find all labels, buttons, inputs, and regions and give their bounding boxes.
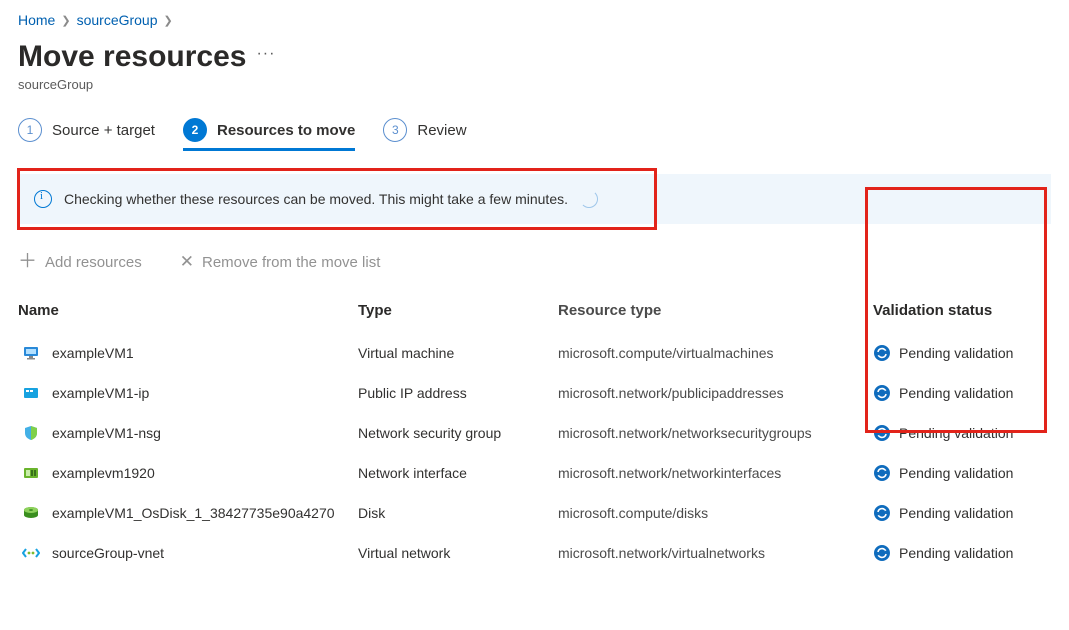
col-header-resource-type[interactable]: Resource type — [558, 302, 873, 319]
resource-type-friendly: Network security group — [358, 425, 558, 441]
resource-type: microsoft.network/publicipaddresses — [558, 385, 873, 401]
col-header-validation-label: Validation status — [873, 302, 992, 319]
resource-type: microsoft.network/networkinterfaces — [558, 465, 873, 481]
validation-status: Pending validation — [899, 545, 1013, 561]
add-resources-label: Add resources — [45, 254, 142, 271]
info-icon — [34, 190, 52, 208]
sync-icon — [873, 544, 891, 562]
remove-from-list-button[interactable]: ✕ Remove from the move list — [180, 252, 381, 272]
validation-status: Pending validation — [899, 505, 1013, 521]
step-label: Review — [417, 122, 466, 139]
nsg-icon — [22, 424, 40, 442]
breadcrumb-group[interactable]: sourceGroup — [77, 12, 158, 28]
resource-name: exampleVM1_OsDisk_1_38427735e90a4270 — [52, 505, 335, 521]
validation-status: Pending validation — [899, 385, 1013, 401]
table-row[interactable]: sourceGroup-vnet Virtual networkmicrosoft… — [18, 533, 1051, 573]
add-resources-button[interactable]: ＋ Add resources — [18, 254, 142, 271]
ip-icon — [22, 384, 40, 402]
spinner-icon — [580, 190, 598, 208]
resource-name: examplevm1920 — [52, 465, 155, 481]
chevron-right-icon: ❯ — [61, 14, 70, 27]
table-row[interactable]: examplevm1920 Network interfacemicrosoft.… — [18, 453, 1051, 493]
resource-name: exampleVM1-nsg — [52, 425, 161, 441]
vnet-icon — [22, 544, 40, 562]
step-number: 2 — [183, 118, 207, 142]
resource-name: sourceGroup-vnet — [52, 545, 164, 561]
vm-icon — [22, 344, 40, 362]
validation-status: Pending validation — [899, 425, 1013, 441]
col-header-name[interactable]: Name — [18, 302, 358, 319]
page-title: Move resources — [18, 40, 246, 73]
resource-type-friendly: Public IP address — [358, 385, 558, 401]
sync-icon — [873, 384, 891, 402]
resource-type: microsoft.network/networksecuritygroups — [558, 425, 873, 441]
table-row[interactable]: exampleVM1 Virtual machinemicrosoft.compu… — [18, 333, 1051, 373]
table-row[interactable]: exampleVM1-nsg Network security groupmicr… — [18, 413, 1051, 453]
resource-name: exampleVM1-ip — [52, 385, 149, 401]
page-subtitle: sourceGroup — [18, 77, 1051, 92]
sync-icon — [873, 504, 891, 522]
chevron-right-icon: ❯ — [164, 14, 173, 27]
breadcrumb: Home ❯ sourceGroup ❯ — [18, 8, 1051, 34]
step-number: 1 — [18, 118, 42, 142]
step-resources-to-move[interactable]: 2 Resources to move — [183, 118, 355, 150]
resource-name: exampleVM1 — [52, 345, 134, 361]
table-row[interactable]: exampleVM1-ip Public IP addressmicrosoft.… — [18, 373, 1051, 413]
resource-type-friendly: Disk — [358, 505, 558, 521]
validation-banner: Checking whether these resources can be … — [18, 174, 1051, 224]
resource-type: microsoft.network/virtualnetworks — [558, 545, 873, 561]
sync-icon — [873, 464, 891, 482]
resource-type-friendly: Virtual network — [358, 545, 558, 561]
col-header-validation-status[interactable]: Validation status — [873, 302, 1051, 319]
col-header-type[interactable]: Type — [358, 302, 558, 319]
nic-icon — [22, 464, 40, 482]
step-review[interactable]: 3 Review — [383, 118, 466, 150]
validation-status: Pending validation — [899, 345, 1013, 361]
resource-type-friendly: Network interface — [358, 465, 558, 481]
table-header: Name Type Resource type Validation statu… — [18, 302, 1051, 333]
validation-status: Pending validation — [899, 465, 1013, 481]
step-label: Resources to move — [217, 122, 355, 139]
sync-icon — [873, 424, 891, 442]
disk-icon — [22, 504, 40, 522]
table-row[interactable]: exampleVM1_OsDisk_1_38427735e90a4270 Disk… — [18, 493, 1051, 533]
banner-text: Checking whether these resources can be … — [64, 191, 568, 207]
more-options-button[interactable]: ··· — [256, 45, 275, 69]
sync-icon — [873, 344, 891, 362]
step-number: 3 — [383, 118, 407, 142]
stepper: 1 Source + target 2 Resources to move 3 … — [18, 118, 1051, 150]
resource-table: Name Type Resource type Validation statu… — [18, 302, 1051, 573]
remove-from-list-label: Remove from the move list — [202, 254, 380, 271]
step-label: Source + target — [52, 122, 155, 139]
toolbar: ＋ Add resources ✕ Remove from the move l… — [18, 252, 1051, 272]
step-source-target[interactable]: 1 Source + target — [18, 118, 155, 150]
resource-type: microsoft.compute/disks — [558, 505, 873, 521]
breadcrumb-home[interactable]: Home — [18, 12, 55, 28]
resource-type: microsoft.compute/virtualmachines — [558, 345, 873, 361]
x-icon: ✕ — [180, 252, 194, 272]
resource-type-friendly: Virtual machine — [358, 345, 558, 361]
